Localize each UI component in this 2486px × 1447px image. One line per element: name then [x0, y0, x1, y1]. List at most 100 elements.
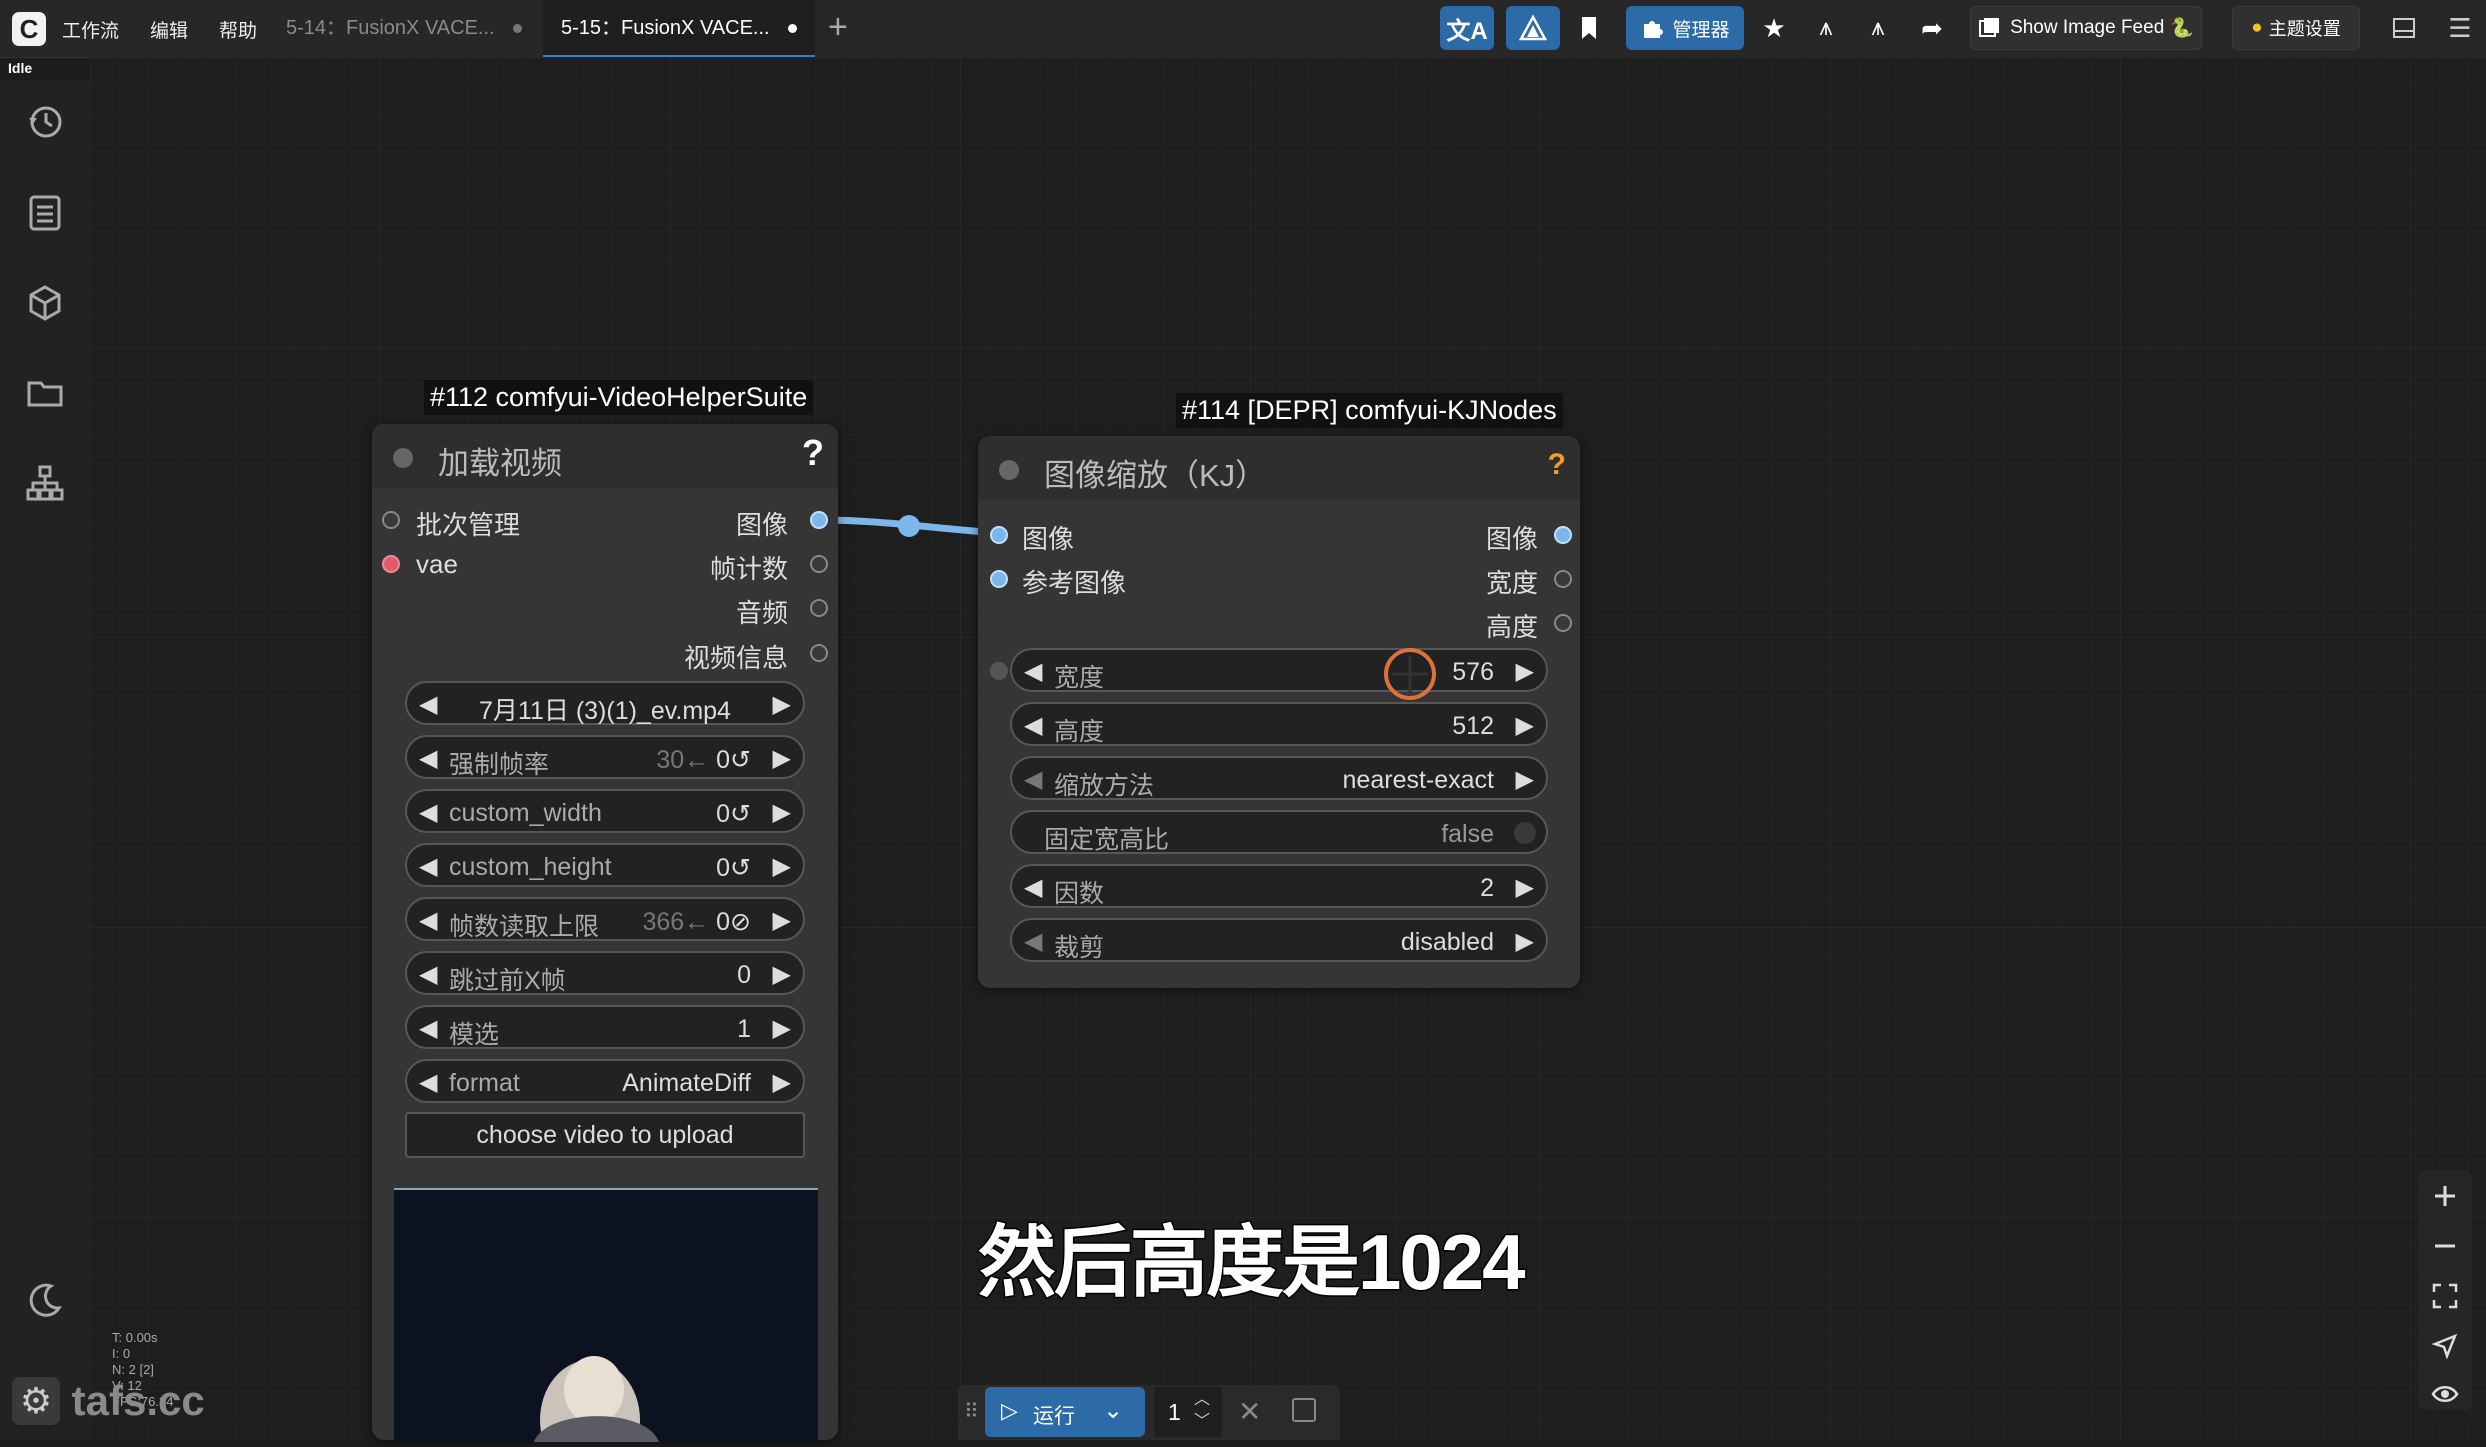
help-icon[interactable]: ? — [1548, 448, 1566, 482]
input-slot-vae[interactable] — [382, 555, 400, 573]
widget-input-slot-width[interactable] — [990, 662, 1008, 680]
arrow-left-icon[interactable]: ◀ — [419, 1068, 437, 1097]
play-icon: ▷ — [1001, 1398, 1018, 1423]
eye-icon[interactable] — [2431, 1380, 2459, 1408]
chevron-down-icon[interactable]: ⌄ — [1103, 1396, 1123, 1425]
widget-value: 2 — [1480, 874, 1494, 902]
arrow-right-icon[interactable]: ▶ — [1516, 711, 1534, 740]
width-widget[interactable]: ◀ 宽度 576 ▶ — [1010, 648, 1548, 692]
arrow-right-icon[interactable]: ▶ — [773, 798, 791, 827]
arrow-left-icon[interactable]: ◀ — [419, 852, 437, 881]
output-label: 帧计数 — [709, 554, 788, 584]
drag-handle-icon[interactable]: ⠿ — [964, 1399, 979, 1424]
node-load-video[interactable]: 加载视频 ? 批次管理 vae 图像 帧计数 音频 视频信息 ◀ 7月11日 (… — [372, 424, 838, 1447]
input-slot-batch-manager[interactable] — [382, 511, 400, 529]
batch-count-input[interactable]: 1 — [1154, 1387, 1222, 1437]
widget-label: custom_height — [449, 853, 612, 881]
fit-view-icon[interactable] — [2431, 1282, 2459, 1310]
divisible-by-widget[interactable]: ◀ 因数 2 ▶ — [1010, 864, 1548, 908]
widget-label: 因数 — [1054, 880, 1105, 908]
arrow-left-icon[interactable]: ◀ — [419, 960, 437, 989]
arrow-left-icon[interactable]: ◀ — [419, 744, 437, 773]
format-widget[interactable]: ◀ format AnimateDiff ▶ — [405, 1059, 805, 1103]
arrow-right-icon[interactable]: ▶ — [773, 744, 791, 773]
output-label: 图像 — [1485, 524, 1538, 554]
custom-width-widget[interactable]: ◀ custom_width 0↺ ▶ — [405, 789, 805, 833]
arrow-left-icon[interactable]: ◀ — [419, 1014, 437, 1043]
arrow-right-icon[interactable]: ▶ — [773, 852, 791, 881]
output-slot-video-info[interactable] — [810, 644, 828, 662]
run-label: 运行 — [1033, 1405, 1075, 1428]
output-slot-height[interactable] — [1554, 614, 1572, 632]
stepper-icon[interactable]: ︿ ﹀ — [1194, 1389, 1210, 1433]
arrow-left-icon[interactable]: ◀ — [419, 906, 437, 935]
widget-label: 模选 — [449, 1021, 500, 1049]
widget-label: 帧数读取上限 — [449, 913, 600, 941]
input-slot-reference-image[interactable] — [990, 570, 1008, 588]
widget-value: 0⊘ — [716, 908, 751, 936]
output-label: 高度 — [1485, 612, 1538, 642]
cancel-icon[interactable]: ✕ — [1238, 1395, 1261, 1428]
watermark: ⚙ tafs.cc — [12, 1374, 205, 1425]
output-slot-frame-count[interactable] — [810, 555, 828, 573]
skip-first-frames-widget[interactable]: ◀ 跳过前X帧 0 ▶ — [405, 951, 805, 995]
output-label: 图像 — [735, 510, 788, 540]
output-slot-audio[interactable] — [810, 599, 828, 617]
output-slot-image[interactable] — [1554, 526, 1572, 544]
zoom-in-icon[interactable] — [2431, 1182, 2459, 1210]
arrow-left-icon[interactable]: ◀ — [419, 798, 437, 827]
crop-widget[interactable]: ◀ 裁剪 disabled ▶ — [1010, 918, 1548, 962]
arrow-right-icon[interactable]: ▶ — [773, 960, 791, 989]
link-midpoint[interactable] — [898, 515, 920, 537]
arrow-right-icon[interactable]: ▶ — [1516, 657, 1534, 686]
zoom-out-icon[interactable] — [2431, 1232, 2459, 1260]
arrow-right-icon[interactable]: ▶ — [773, 1014, 791, 1043]
upscale-method-widget[interactable]: ◀ 缩放方法 nearest-exact ▶ — [1010, 756, 1548, 800]
node-image-resize-kj[interactable]: 图像缩放（KJ） ? 图像 参考图像 图像 宽度 高度 ◀ 宽度 576 ▶ ◀… — [978, 436, 1580, 988]
node-header[interactable]: 加载视频 ? — [372, 424, 838, 488]
toggle-knob-icon[interactable] — [1514, 822, 1536, 844]
select-pointer-icon[interactable] — [2431, 1332, 2459, 1360]
arrow-left-icon[interactable]: ◀ — [1024, 711, 1042, 740]
widget-label: 缩放方法 — [1054, 772, 1155, 800]
settings-gear-icon[interactable]: ⚙ — [12, 1376, 60, 1425]
custom-height-widget[interactable]: ◀ custom_height 0↺ ▶ — [405, 843, 805, 887]
widget-label: 固定宽高比 — [1044, 826, 1170, 854]
widget-value: 1 — [737, 1015, 751, 1043]
arrow-right-icon[interactable]: ▶ — [1516, 927, 1534, 956]
node-header[interactable]: 图像缩放（KJ） ? — [978, 436, 1580, 500]
arrow-left-icon[interactable]: ◀ — [1024, 873, 1042, 902]
arrow-right-icon[interactable]: ▶ — [773, 1068, 791, 1097]
arrow-left-icon[interactable]: ◀ — [1024, 765, 1042, 794]
arrow-left-icon[interactable]: ◀ — [1024, 657, 1042, 686]
input-label: 参考图像 — [1022, 568, 1127, 598]
arrow-right-icon[interactable]: ▶ — [1516, 765, 1534, 794]
keep-proportion-toggle[interactable]: 固定宽高比 false — [1010, 810, 1548, 854]
arrow-left-icon[interactable]: ◀ — [1024, 927, 1042, 956]
run-button[interactable]: ▷ 运行 ⌄ — [985, 1387, 1145, 1437]
widget-hint: 366← — [642, 908, 710, 936]
input-slot-image[interactable] — [990, 526, 1008, 544]
select-every-nth-widget[interactable]: ◀ 模选 1 ▶ — [405, 1005, 805, 1049]
video-subtitle: 然后高度是1024 — [977, 1217, 1528, 1308]
arrow-right-icon[interactable]: ▶ — [1516, 873, 1534, 902]
stop-icon[interactable] — [1292, 1398, 1316, 1422]
widget-value: AnimateDiff — [622, 1069, 751, 1097]
widget-label: custom_width — [449, 799, 602, 827]
widget-value: 7月11日 (3)(1)_ev.mp4 — [479, 697, 731, 725]
choose-video-upload-button[interactable]: choose video to upload — [405, 1112, 805, 1158]
frame-load-cap-widget[interactable]: ◀ 帧数读取上限 366← 0⊘ ▶ — [405, 897, 805, 941]
input-label: 图像 — [1022, 524, 1075, 554]
video-file-combo[interactable]: ◀ 7月11日 (3)(1)_ev.mp4 ▶ — [405, 681, 805, 725]
arrow-right-icon[interactable]: ▶ — [773, 906, 791, 935]
arrow-right-icon[interactable]: ▶ — [773, 690, 791, 719]
force-rate-widget[interactable]: ◀ 强制帧率 30← 0↺ ▶ — [405, 735, 805, 779]
help-icon[interactable]: ? — [802, 432, 824, 474]
output-slot-image[interactable] — [810, 511, 828, 529]
height-widget[interactable]: ◀ 高度 512 ▶ — [1010, 702, 1548, 746]
run-toolbar: ⠿ ▷ 运行 ⌄ 1 ︿ ﹀ ✕ — [958, 1385, 1340, 1440]
widget-value: 0↺ — [716, 746, 751, 774]
collapse-toggle[interactable] — [393, 448, 413, 468]
output-slot-width[interactable] — [1554, 570, 1572, 588]
collapse-toggle[interactable] — [999, 460, 1019, 480]
